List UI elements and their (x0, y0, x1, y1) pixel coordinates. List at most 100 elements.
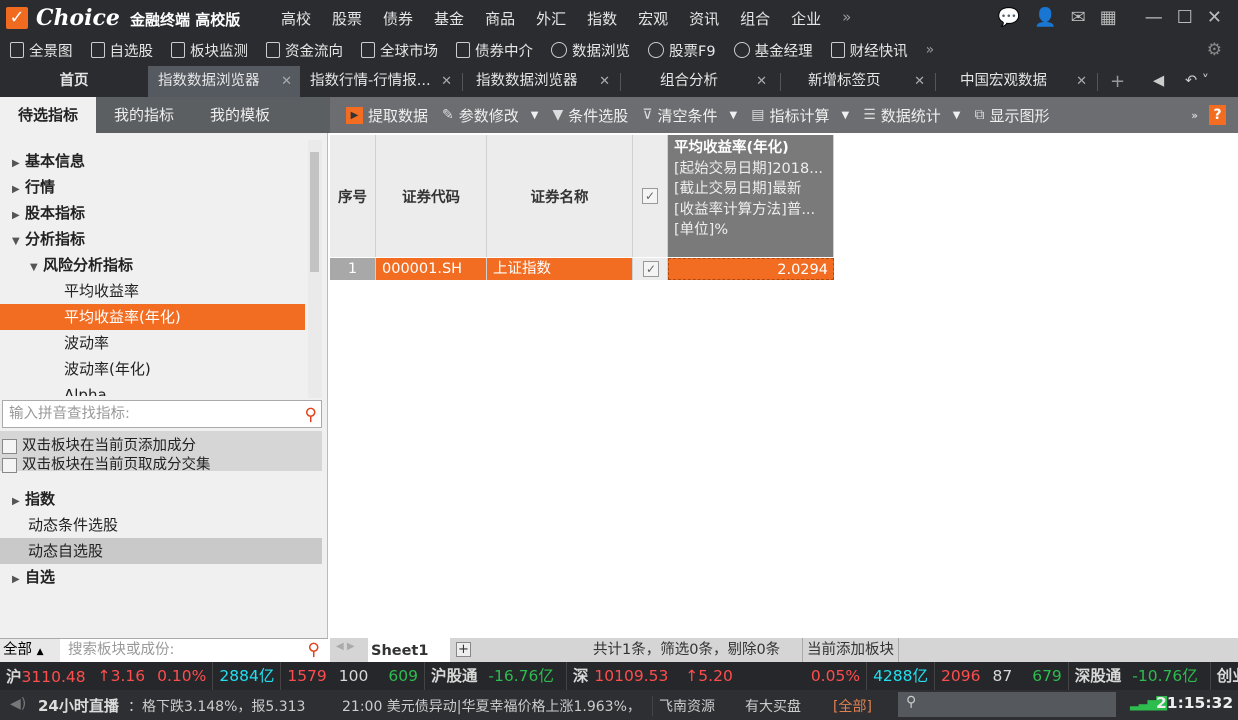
check-all-checkbox[interactable]: ✓ (642, 188, 658, 204)
sheet-nav-icon[interactable]: ◀ ▶ (336, 641, 355, 652)
close-tab-icon[interactable]: ✕ (1076, 66, 1087, 97)
show-chart-button[interactable]: ⧉ 显示图形 (974, 105, 1049, 126)
add-tab-icon[interactable]: + (1100, 66, 1125, 97)
menu-item[interactable]: 基金 (434, 8, 464, 29)
row-checkbox[interactable]: ✓ (643, 261, 659, 277)
close-tab-icon[interactable]: ✕ (756, 66, 767, 97)
tab-home[interactable]: 首页 (0, 66, 148, 97)
close-tab-icon[interactable]: ✕ (441, 66, 452, 97)
checkbox[interactable] (2, 457, 17, 473)
news-search-input[interactable]: ⚲ (898, 692, 1116, 717)
shortcut-item[interactable]: 财经快讯 (830, 40, 908, 61)
shortcut-item[interactable]: 资金流向 (266, 40, 343, 61)
shortcut-item[interactable]: 全景图 (10, 40, 73, 61)
live-label[interactable]: 24小时直播 (38, 695, 119, 716)
tab-index-browser[interactable]: 指数数据浏览器 ✕ (466, 66, 618, 97)
grid-layout-icon[interactable]: ▦ (1100, 7, 1117, 28)
shortcut-item[interactable]: 基金经理 (733, 40, 813, 61)
menu-item[interactable]: 外汇 (536, 8, 566, 29)
news-item[interactable]: 21:00 美元债异动|华夏幸福价格上涨1.963%，扌 (342, 696, 642, 716)
chat-icon[interactable]: 💬 (998, 7, 1020, 28)
undo-icon[interactable]: ↶ ˅ (1175, 66, 1209, 97)
news-item[interactable]: 飞南资源 (652, 696, 715, 716)
tab-candidate-indicators[interactable]: 待选指标 (0, 97, 97, 133)
more-menu-icon[interactable]: » (842, 8, 851, 29)
header-name[interactable]: 证券名称 (487, 135, 633, 257)
tree-leaf[interactable]: 波动率 (0, 330, 305, 356)
tab-china-macro[interactable]: 中国宏观数据 ✕ (950, 66, 1095, 97)
news-filter[interactable]: [全部] (833, 696, 872, 716)
checkbox[interactable] (2, 438, 17, 454)
sector-search-input[interactable]: 搜索板块或成份: (68, 639, 174, 662)
header-no[interactable]: 序号 (330, 135, 376, 257)
edit-params-button[interactable]: ✎ 参数修改 ▼ (442, 105, 538, 126)
tab-new[interactable]: 新增标签页 ✕ (798, 66, 933, 97)
option-intersect-constituents[interactable]: 双击板块在当前页取成分交集 (2, 453, 211, 474)
help-icon[interactable]: ? (1209, 105, 1226, 125)
menu-item[interactable]: 指数 (587, 8, 617, 29)
search-icon[interactable]: ⚲ (305, 402, 317, 428)
more-shortcuts-icon[interactable]: » (926, 42, 935, 58)
scope-select[interactable]: 全部 ▲ (0, 639, 60, 662)
minimize-icon[interactable]: — (1145, 7, 1163, 28)
tree-scrollbar[interactable] (308, 140, 322, 398)
close-icon[interactable]: ✕ (1207, 7, 1222, 28)
menu-item[interactable]: 高校 (281, 8, 311, 29)
shortcut-item[interactable]: 全球市场 (361, 40, 438, 61)
menu-item[interactable]: 宏观 (638, 8, 668, 29)
tree-leaf[interactable]: 平均收益率 (0, 278, 305, 304)
tree-leaf[interactable]: 动态自选股 (0, 538, 322, 564)
header-checkbox[interactable]: ✓ (633, 135, 668, 257)
shortcut-item[interactable]: 债券中介 (456, 40, 533, 61)
tree-node[interactable]: ▼ 分析指标 (0, 226, 305, 252)
header-code[interactable]: 证券代码 (376, 135, 487, 257)
option-add-constituents[interactable]: 双击板块在当前页添加成分 (2, 434, 196, 455)
settings-gear-icon[interactable]: ⚙ (1207, 40, 1222, 60)
menu-item[interactable]: 资讯 (689, 8, 719, 29)
shortcut-item[interactable]: 自选股 (90, 40, 153, 61)
tree-node[interactable]: ▶ 自选 (0, 564, 305, 590)
tab-my-templates[interactable]: 我的模板 (192, 97, 288, 133)
tab-index-quote[interactable]: 指数行情-行情报... ✕ (300, 66, 460, 97)
tree-node[interactable]: ▶ 股本指标 (0, 200, 305, 226)
dropdown-arrow-icon[interactable]: ▼ (953, 110, 961, 121)
shortcut-item[interactable]: 股票F9 (648, 40, 716, 61)
close-tab-icon[interactable]: ✕ (281, 66, 292, 97)
close-tab-icon[interactable]: ✕ (599, 66, 610, 97)
tree-node[interactable]: ▶ 行情 (0, 174, 305, 200)
menu-item[interactable]: 债券 (383, 8, 413, 29)
cell-name[interactable]: 上证指数 (487, 258, 633, 280)
menu-item[interactable]: 商品 (485, 8, 515, 29)
extract-data-button[interactable]: ▶ 提取数据 (346, 105, 428, 126)
back-arrow-icon[interactable]: ◀ (1143, 66, 1164, 97)
tree-node[interactable]: ▼ 风险分析指标 (0, 252, 305, 278)
sheet-tab[interactable]: Sheet1 (368, 638, 450, 662)
speaker-icon[interactable]: ◀) (10, 696, 26, 712)
collapse-icon[interactable]: » (1191, 109, 1198, 122)
cell-code[interactable]: 000001.SH (376, 258, 487, 280)
cell-value[interactable]: 2.0294 (668, 258, 834, 280)
tab-index-browser-active[interactable]: 指数数据浏览器 ✕ (148, 66, 300, 97)
shortcut-item[interactable]: 数据浏览 (551, 40, 630, 61)
menu-item[interactable]: 股票 (332, 8, 362, 29)
search-icon[interactable]: ⚲ (308, 640, 320, 660)
tree-leaf[interactable]: 波动率(年化) (0, 356, 305, 382)
tree-leaf[interactable]: 动态条件选股 (0, 512, 305, 538)
news-item[interactable]: ：格下跌3.148%，报5.313 (128, 696, 305, 716)
dropdown-arrow-icon[interactable]: ▼ (841, 110, 849, 121)
shortcut-item[interactable]: 板块监测 (171, 40, 248, 61)
tree-node[interactable]: ▶ 基本信息 (0, 148, 305, 174)
condition-select-button[interactable]: ▼ 条件选股 (552, 105, 628, 126)
menu-item[interactable]: 组合 (740, 8, 770, 29)
add-sheet-button[interactable]: + (456, 642, 471, 657)
tab-portfolio-analysis[interactable]: 组合分析 ✕ (650, 66, 775, 97)
tree-leaf[interactable]: Alpha (0, 382, 305, 396)
indicator-search-input[interactable]: 输入拼音查找指标: ⚲ (2, 400, 322, 428)
dropdown-arrow-icon[interactable]: ▼ (730, 110, 738, 121)
news-item[interactable]: 有大买盘 (745, 696, 801, 716)
indicator-calc-button[interactable]: ▤ 指标计算 ▼ (751, 105, 849, 126)
tree-node[interactable]: ▶ 指数 (0, 486, 305, 512)
header-indicator[interactable]: 平均收益率(年化) [起始交易日期]2018... [截止交易日期]最新 [收益… (668, 135, 834, 257)
tree-leaf-selected[interactable]: 平均收益率(年化) (0, 304, 305, 330)
menu-item[interactable]: 企业 (791, 8, 821, 29)
